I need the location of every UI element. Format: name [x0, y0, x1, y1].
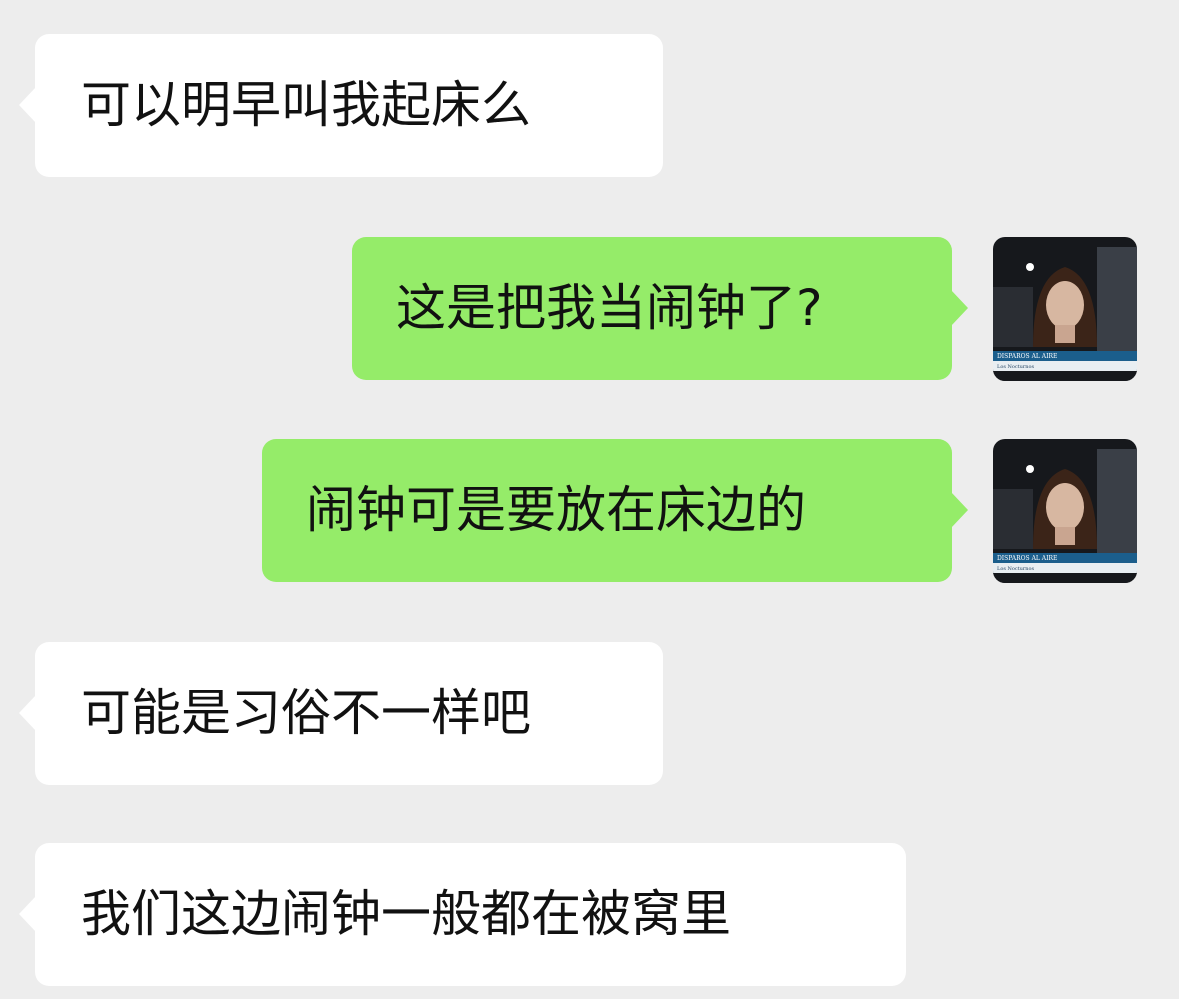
message-text: 我们这边闹钟一般都在被窝里	[81, 885, 731, 943]
message-bubble-sent[interactable]: 这是把我当闹钟了?	[352, 237, 968, 380]
avatar-caption: DISPAROS AL AIRE	[997, 353, 1057, 360]
message-bubble-sent[interactable]: 闹钟可是要放在床边的	[262, 439, 968, 582]
message-text: 可以明早叫我起床么	[81, 76, 531, 134]
message-text: 可能是习俗不一样吧	[81, 684, 531, 742]
avatar-caption: DISPAROS AL AIRE	[997, 555, 1057, 562]
message-text: 闹钟可是要放在床边的	[306, 481, 806, 539]
message-bubble-received[interactable]: 我们这边闹钟一般都在被窝里	[19, 843, 906, 986]
message-bubble-received[interactable]: 可以明早叫我起床么	[19, 34, 663, 177]
avatar-subcaption: Los Nocturnos	[997, 566, 1035, 572]
avatar-subcaption: Los Nocturnos	[997, 364, 1035, 370]
avatar-photo: DISPAROS AL AIRE Los Nocturnos	[993, 439, 1137, 583]
avatar-photo: DISPAROS AL AIRE Los Nocturnos	[993, 237, 1137, 381]
message-text: 这是把我当闹钟了?	[396, 279, 823, 337]
avatar[interactable]: DISPAROS AL AIRE Los Nocturnos	[993, 237, 1137, 381]
avatar[interactable]: DISPAROS AL AIRE Los Nocturnos	[993, 439, 1137, 583]
message-bubble-received[interactable]: 可能是习俗不一样吧	[19, 642, 663, 785]
